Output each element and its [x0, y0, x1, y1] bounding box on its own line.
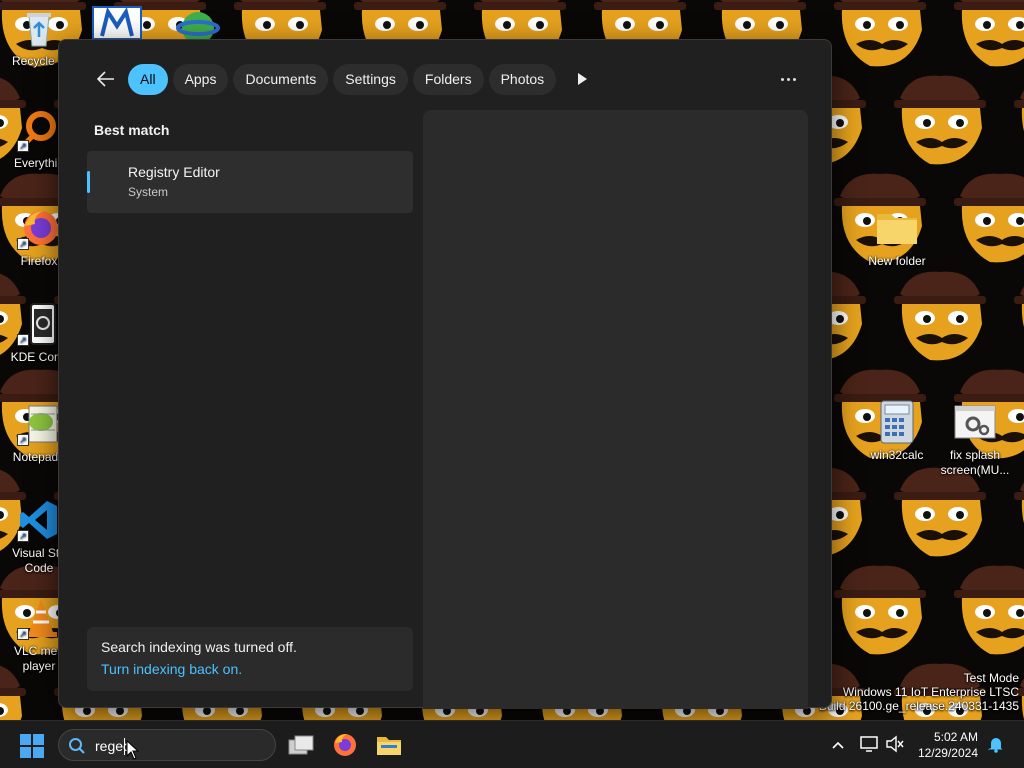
vscode-icon: ↗ — [17, 498, 61, 542]
settings-script-icon — [953, 400, 997, 444]
shortcut-arrow-icon: ↗ — [17, 530, 29, 542]
wallpaper-mascot — [894, 271, 986, 361]
shortcut-arrow-icon: ↗ — [17, 628, 29, 640]
play-arrow-icon — [578, 73, 588, 85]
folder-icon — [875, 206, 919, 250]
shortcut-arrow-icon: ↗ — [17, 140, 29, 152]
taskbar-task-view[interactable] — [283, 729, 319, 761]
filter-tab-all[interactable]: All — [128, 63, 168, 95]
file-explorer-icon — [377, 737, 401, 755]
desktop-icon-label: New folder — [868, 254, 926, 268]
more-options-button[interactable] — [773, 67, 803, 91]
search-filter-bar: All Apps Documents Settings Folders Phot… — [89, 62, 599, 96]
desktop-icon-fix-splash-screen[interactable]: fix splash screen(MU... — [936, 400, 1014, 478]
filter-tab-photos[interactable]: Photos — [488, 63, 557, 95]
result-title: Registry Editor — [128, 164, 220, 180]
everything-search-icon: ↗ — [17, 108, 61, 152]
clock-time: 5:02 AM — [933, 730, 978, 744]
best-match-heading: Best match — [94, 122, 170, 138]
clock-date: 12/29/2024 — [917, 746, 978, 760]
test-mode-watermark: Test Mode Windows 11 IoT Enterprise LTSC… — [819, 671, 1019, 713]
notification-center-button[interactable] — [985, 733, 1007, 755]
indexing-notice-text: Search indexing was turned off. — [101, 639, 297, 655]
tray-volume[interactable] — [884, 733, 906, 755]
windows-logo-pane — [33, 747, 44, 758]
shortcut-arrow-icon: ↗ — [17, 434, 29, 446]
bell-icon — [987, 738, 1003, 753]
volume-muted-icon — [886, 735, 904, 753]
wallpaper-mascot — [834, 565, 926, 655]
windows-logo-pane — [33, 734, 44, 745]
result-preview-pane — [423, 110, 808, 709]
vlc-cone-icon: ↗ — [17, 596, 61, 640]
tray-network[interactable] — [858, 733, 880, 755]
taskbar-firefox[interactable] — [327, 729, 363, 761]
watermark-line: Windows 11 IoT Enterprise LTSC — [842, 685, 1019, 699]
windows-logo-pane — [20, 747, 31, 758]
recycle-bin-icon — [17, 6, 61, 50]
taskbar-search-box[interactable]: regec — [58, 729, 276, 761]
mouse-pointer-icon — [126, 740, 140, 760]
taskbar-clock[interactable]: 5:02 AM 12/29/2024 — [906, 729, 978, 761]
desktop-icon-label: fix splash screen(MU... — [940, 448, 1010, 477]
desktop-icon-partial-app[interactable] — [92, 6, 142, 40]
desktop-icon-label: win32calc — [870, 448, 924, 462]
firefox-icon — [334, 734, 356, 756]
search-flyout: All Apps Documents Settings Folders Phot… — [58, 39, 832, 709]
filter-tab-settings[interactable]: Settings — [333, 63, 408, 95]
firefox-icon: ↗ — [17, 206, 61, 250]
back-button[interactable] — [89, 62, 123, 96]
network-icon — [860, 736, 878, 752]
filter-tab-apps[interactable]: Apps — [172, 63, 229, 95]
filter-tab-documents[interactable]: Documents — [233, 63, 329, 95]
windows-logo-icon — [20, 734, 31, 745]
show-hidden-icons-button[interactable] — [828, 733, 848, 757]
wallpaper-mascot — [1014, 90, 1024, 131]
calculator-icon — [875, 400, 919, 444]
search-results-pane: Best match Registry Editor System — [87, 120, 413, 690]
best-match-result[interactable]: Registry Editor System — [87, 151, 413, 213]
app-logo-icon — [100, 7, 134, 37]
text-caret — [124, 738, 125, 755]
turn-indexing-on-link[interactable]: Turn indexing back on. — [101, 661, 399, 677]
notepad-plus-plus-icon: ↗ — [17, 402, 61, 446]
watermark-line: Test Mode — [963, 671, 1019, 685]
desktop-icon-new-folder[interactable]: New folder — [858, 206, 936, 269]
desktop-icon-win32calc[interactable]: win32calc — [858, 400, 936, 463]
taskbar-file-explorer[interactable] — [371, 729, 407, 761]
wallpaper-mascot — [954, 565, 1024, 655]
selection-indicator — [87, 171, 90, 193]
filter-tab-folders[interactable]: Folders — [412, 63, 484, 95]
back-arrow-icon — [97, 71, 114, 87]
wallpaper-mascot — [894, 75, 986, 165]
chevron-up-icon — [832, 741, 844, 749]
ellipsis-icon-dot — [786, 77, 790, 81]
watermark-line: Build 26100.ge_release.240331-1435 — [818, 699, 1019, 713]
wallpaper-mascot — [954, 173, 1024, 263]
globe-download-icon — [176, 12, 220, 44]
more-filters-button[interactable] — [565, 62, 599, 96]
result-subtitle: System — [128, 185, 169, 199]
search-icon — [69, 738, 85, 754]
taskbar: regec 5:02 AM 12/29/2024 — [0, 720, 1024, 768]
kde-connect-icon: ↗ — [17, 302, 61, 346]
ellipsis-icon-dot — [792, 77, 796, 81]
start-button[interactable] — [20, 734, 44, 758]
indexing-notice: Search indexing was turned off. Turn ind… — [87, 627, 413, 691]
wallpaper-mascot — [1014, 286, 1024, 327]
ellipsis-icon — [780, 77, 784, 81]
desktop-icon-partial-download-manager[interactable] — [172, 6, 220, 44]
task-view-icon — [288, 735, 314, 755]
shortcut-arrow-icon: ↗ — [17, 334, 29, 346]
shortcut-arrow-icon: ↗ — [17, 238, 29, 250]
